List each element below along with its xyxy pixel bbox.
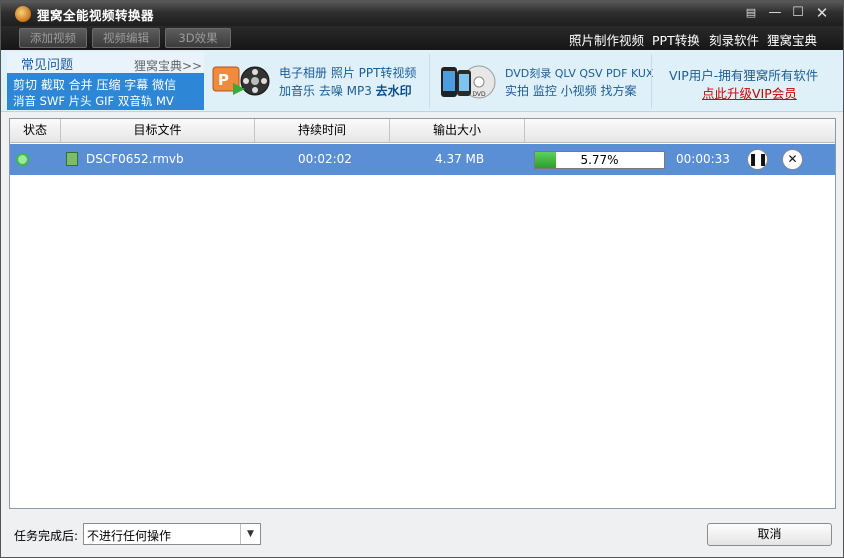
vip-upgrade-link[interactable]: 点此升级VIP会员 <box>702 83 797 102</box>
promo-album-line2-text: 加音乐 去噪 MP3 <box>279 84 376 98</box>
video-file-icon <box>66 152 78 166</box>
vip-promo-text: VIP用户-拥有狸窝所有软件 <box>669 68 819 83</box>
column-progress <box>525 119 835 142</box>
chevron-down-icon[interactable]: ▼ <box>240 524 260 544</box>
pause-icon: ❚❚ <box>748 152 769 166</box>
remaining-time: 00:00:33 <box>676 152 730 166</box>
close-icon[interactable]: ✕ <box>813 4 831 22</box>
maximize-icon[interactable]: ☐ <box>789 4 807 22</box>
converting-status-icon <box>16 153 29 166</box>
promo-dvd-line2[interactable]: 实拍 监控 小视频 找方案 <box>505 82 636 99</box>
after-complete-label: 任务完成后: <box>14 529 79 543</box>
svg-text:P: P <box>218 71 229 89</box>
select-value: 不进行任何操作 <box>87 529 172 543</box>
faq-panel: 常见问题 狸窝宝典>> 剪切 截取 合并 压缩 字幕 微信 消音 SWF 片头 … <box>7 52 204 110</box>
column-output-size[interactable]: 输出大小 <box>390 119 525 142</box>
title-bar[interactable]: 狸窝全能视频转换器 ▤ — ☐ ✕ <box>1 1 843 26</box>
column-status[interactable]: 状态 <box>10 119 61 142</box>
promo-album-line1[interactable]: 电子相册 照片 PPT转视频 <box>279 64 416 81</box>
photo-video-link[interactable]: 照片制作视频 <box>569 30 644 49</box>
promo-dvd-line1[interactable]: DVD刻录 QLV QSV PDF KUX <box>505 65 653 81</box>
cancel-button[interactable]: 取消 <box>707 523 832 546</box>
toolbar: 添加视频 视频编辑 3D效果 照片制作视频 PPT转换 刻录软件 狸窝宝典 <box>1 26 843 50</box>
progress-percent: 5.77% <box>580 153 619 167</box>
promo-banner: 常见问题 狸窝宝典>> 剪切 截取 合并 压缩 字幕 微信 消音 SWF 片头 … <box>1 50 843 112</box>
file-name: DSCF0652.rmvb <box>86 152 184 166</box>
task-row[interactable]: DSCF0652.rmvb 00:02:02 4.37 MB 5.77% 00:… <box>10 144 835 175</box>
phone-dvd-icon[interactable]: DVD <box>439 64 497 100</box>
minimize-icon[interactable]: — <box>766 4 784 22</box>
conversion-progress-bar: 5.77% <box>534 151 665 169</box>
cancel-task-button[interactable]: ✕ <box>782 149 803 170</box>
after-complete-select[interactable]: 不进行任何操作 ▼ <box>83 523 261 545</box>
ppt-film-icon[interactable]: P <box>211 63 271 99</box>
burn-software-link[interactable]: 刻录软件 <box>709 30 759 49</box>
promo-album-line2[interactable]: 加音乐 去噪 MP3 去水印 <box>279 82 412 99</box>
3d-effect-button[interactable]: 3D效果 <box>165 28 231 48</box>
faq-topics-line2[interactable]: 消音 SWF 片头 GIF 双音轨 MV <box>13 93 174 109</box>
close-icon: ✕ <box>787 152 798 166</box>
promo-watermark-text: 去水印 <box>375 84 412 98</box>
column-duration[interactable]: 持续时间 <box>255 119 390 142</box>
app-logo-icon <box>15 6 31 22</box>
task-list-header: 状态 目标文件 持续时间 输出大小 <box>10 119 835 143</box>
column-target-file[interactable]: 目标文件 <box>61 119 255 142</box>
app-window: 狸窝全能视频转换器 ▤ — ☐ ✕ 添加视频 视频编辑 3D效果 照片制作视频 … <box>0 0 844 558</box>
ppt-convert-link[interactable]: PPT转换 <box>652 30 700 49</box>
duration-value: 00:02:02 <box>298 152 352 166</box>
add-video-button[interactable]: 添加视频 <box>19 28 87 48</box>
pause-button[interactable]: ❚❚ <box>747 149 768 170</box>
guide-link[interactable]: 狸窝宝典 <box>767 30 817 49</box>
output-size-value: 4.37 MB <box>435 152 485 166</box>
faq-title[interactable]: 常见问题 <box>21 54 73 73</box>
faq-topics-line1[interactable]: 剪切 截取 合并 压缩 字幕 微信 <box>13 76 176 93</box>
faq-header: 常见问题 狸窝宝典>> <box>7 52 204 73</box>
task-list: 状态 目标文件 持续时间 输出大小 DSCF0652.rmvb 00:02:02… <box>9 118 836 509</box>
banner-divider <box>429 54 430 108</box>
banner-divider <box>651 54 652 108</box>
faq-more-link[interactable]: 狸窝宝典>> <box>134 57 202 74</box>
svg-text:DVD: DVD <box>472 91 486 98</box>
video-edit-button[interactable]: 视频编辑 <box>92 28 160 48</box>
restore-icon[interactable]: ▤ <box>742 4 760 22</box>
window-title: 狸窝全能视频转换器 <box>37 8 155 23</box>
